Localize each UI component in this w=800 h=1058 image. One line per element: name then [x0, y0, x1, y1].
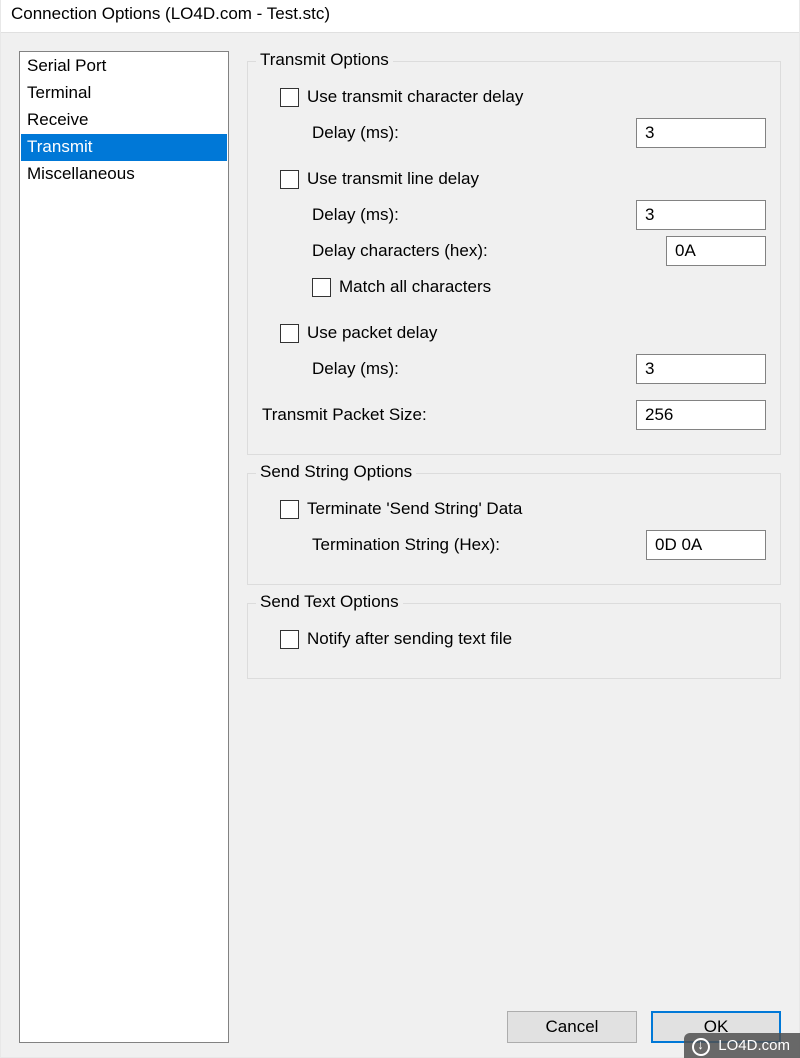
row-notify: Notify after sending text file	[262, 624, 766, 654]
checkbox-use-line-delay[interactable]	[280, 170, 299, 189]
label-char-delay: Delay (ms):	[312, 123, 636, 143]
row-use-char-delay: Use transmit character delay	[262, 82, 766, 112]
row-use-packet-delay: Use packet delay	[262, 318, 766, 348]
row-char-delay: Delay (ms):	[262, 118, 766, 148]
send-string-title: Send String Options	[256, 462, 416, 482]
sidebar-item-transmit[interactable]: Transmit	[21, 134, 227, 161]
row-packet-delay: Delay (ms):	[262, 354, 766, 384]
checkbox-use-packet-delay[interactable]	[280, 324, 299, 343]
label-use-char-delay: Use transmit character delay	[307, 87, 766, 107]
sidebar-item-terminal[interactable]: Terminal	[21, 80, 227, 107]
transmit-options-title: Transmit Options	[256, 50, 393, 70]
row-packet-size: Transmit Packet Size:	[262, 400, 766, 430]
label-line-delay: Delay (ms):	[312, 205, 636, 225]
label-packet-size: Transmit Packet Size:	[262, 405, 636, 425]
main-panel: Transmit Options Use transmit character …	[247, 51, 781, 1043]
row-terminate: Terminate 'Send String' Data	[262, 494, 766, 524]
input-delay-chars[interactable]	[666, 236, 766, 266]
category-sidebar[interactable]: Serial Port Terminal Receive Transmit Mi…	[19, 51, 229, 1043]
label-termination-string: Termination String (Hex):	[312, 535, 646, 555]
label-delay-chars: Delay characters (hex):	[312, 241, 666, 261]
watermark: LO4D.com	[684, 1033, 800, 1058]
checkbox-use-char-delay[interactable]	[280, 88, 299, 107]
send-string-group: Send String Options Terminate 'Send Stri…	[247, 473, 781, 585]
label-notify: Notify after sending text file	[307, 629, 766, 649]
row-line-delay: Delay (ms):	[262, 200, 766, 230]
checkbox-match-all[interactable]	[312, 278, 331, 297]
input-line-delay[interactable]	[636, 200, 766, 230]
input-packet-size[interactable]	[636, 400, 766, 430]
row-termination-string: Termination String (Hex):	[262, 530, 766, 560]
row-delay-chars: Delay characters (hex):	[262, 236, 766, 266]
label-terminate: Terminate 'Send String' Data	[307, 499, 766, 519]
watermark-text: LO4D.com	[718, 1037, 790, 1054]
label-packet-delay: Delay (ms):	[312, 359, 636, 379]
label-use-line-delay: Use transmit line delay	[307, 169, 766, 189]
input-termination-string[interactable]	[646, 530, 766, 560]
transmit-options-group: Transmit Options Use transmit character …	[247, 61, 781, 455]
content-area: Serial Port Terminal Receive Transmit Mi…	[1, 33, 799, 1057]
row-use-line-delay: Use transmit line delay	[262, 164, 766, 194]
send-text-group: Send Text Options Notify after sending t…	[247, 603, 781, 679]
input-packet-delay[interactable]	[636, 354, 766, 384]
send-text-title: Send Text Options	[256, 592, 403, 612]
input-char-delay[interactable]	[636, 118, 766, 148]
window-title: Connection Options (LO4D.com - Test.stc)	[11, 4, 330, 23]
dialog-window: Connection Options (LO4D.com - Test.stc)…	[0, 0, 800, 1058]
checkbox-terminate[interactable]	[280, 500, 299, 519]
cancel-button[interactable]: Cancel	[507, 1011, 637, 1043]
label-match-all: Match all characters	[339, 277, 766, 297]
checkbox-notify[interactable]	[280, 630, 299, 649]
label-use-packet-delay: Use packet delay	[307, 323, 766, 343]
sidebar-item-miscellaneous[interactable]: Miscellaneous	[21, 161, 227, 188]
sidebar-item-receive[interactable]: Receive	[21, 107, 227, 134]
sidebar-item-serial-port[interactable]: Serial Port	[21, 53, 227, 80]
titlebar: Connection Options (LO4D.com - Test.stc)	[1, 0, 799, 33]
row-match-all: Match all characters	[262, 272, 766, 302]
